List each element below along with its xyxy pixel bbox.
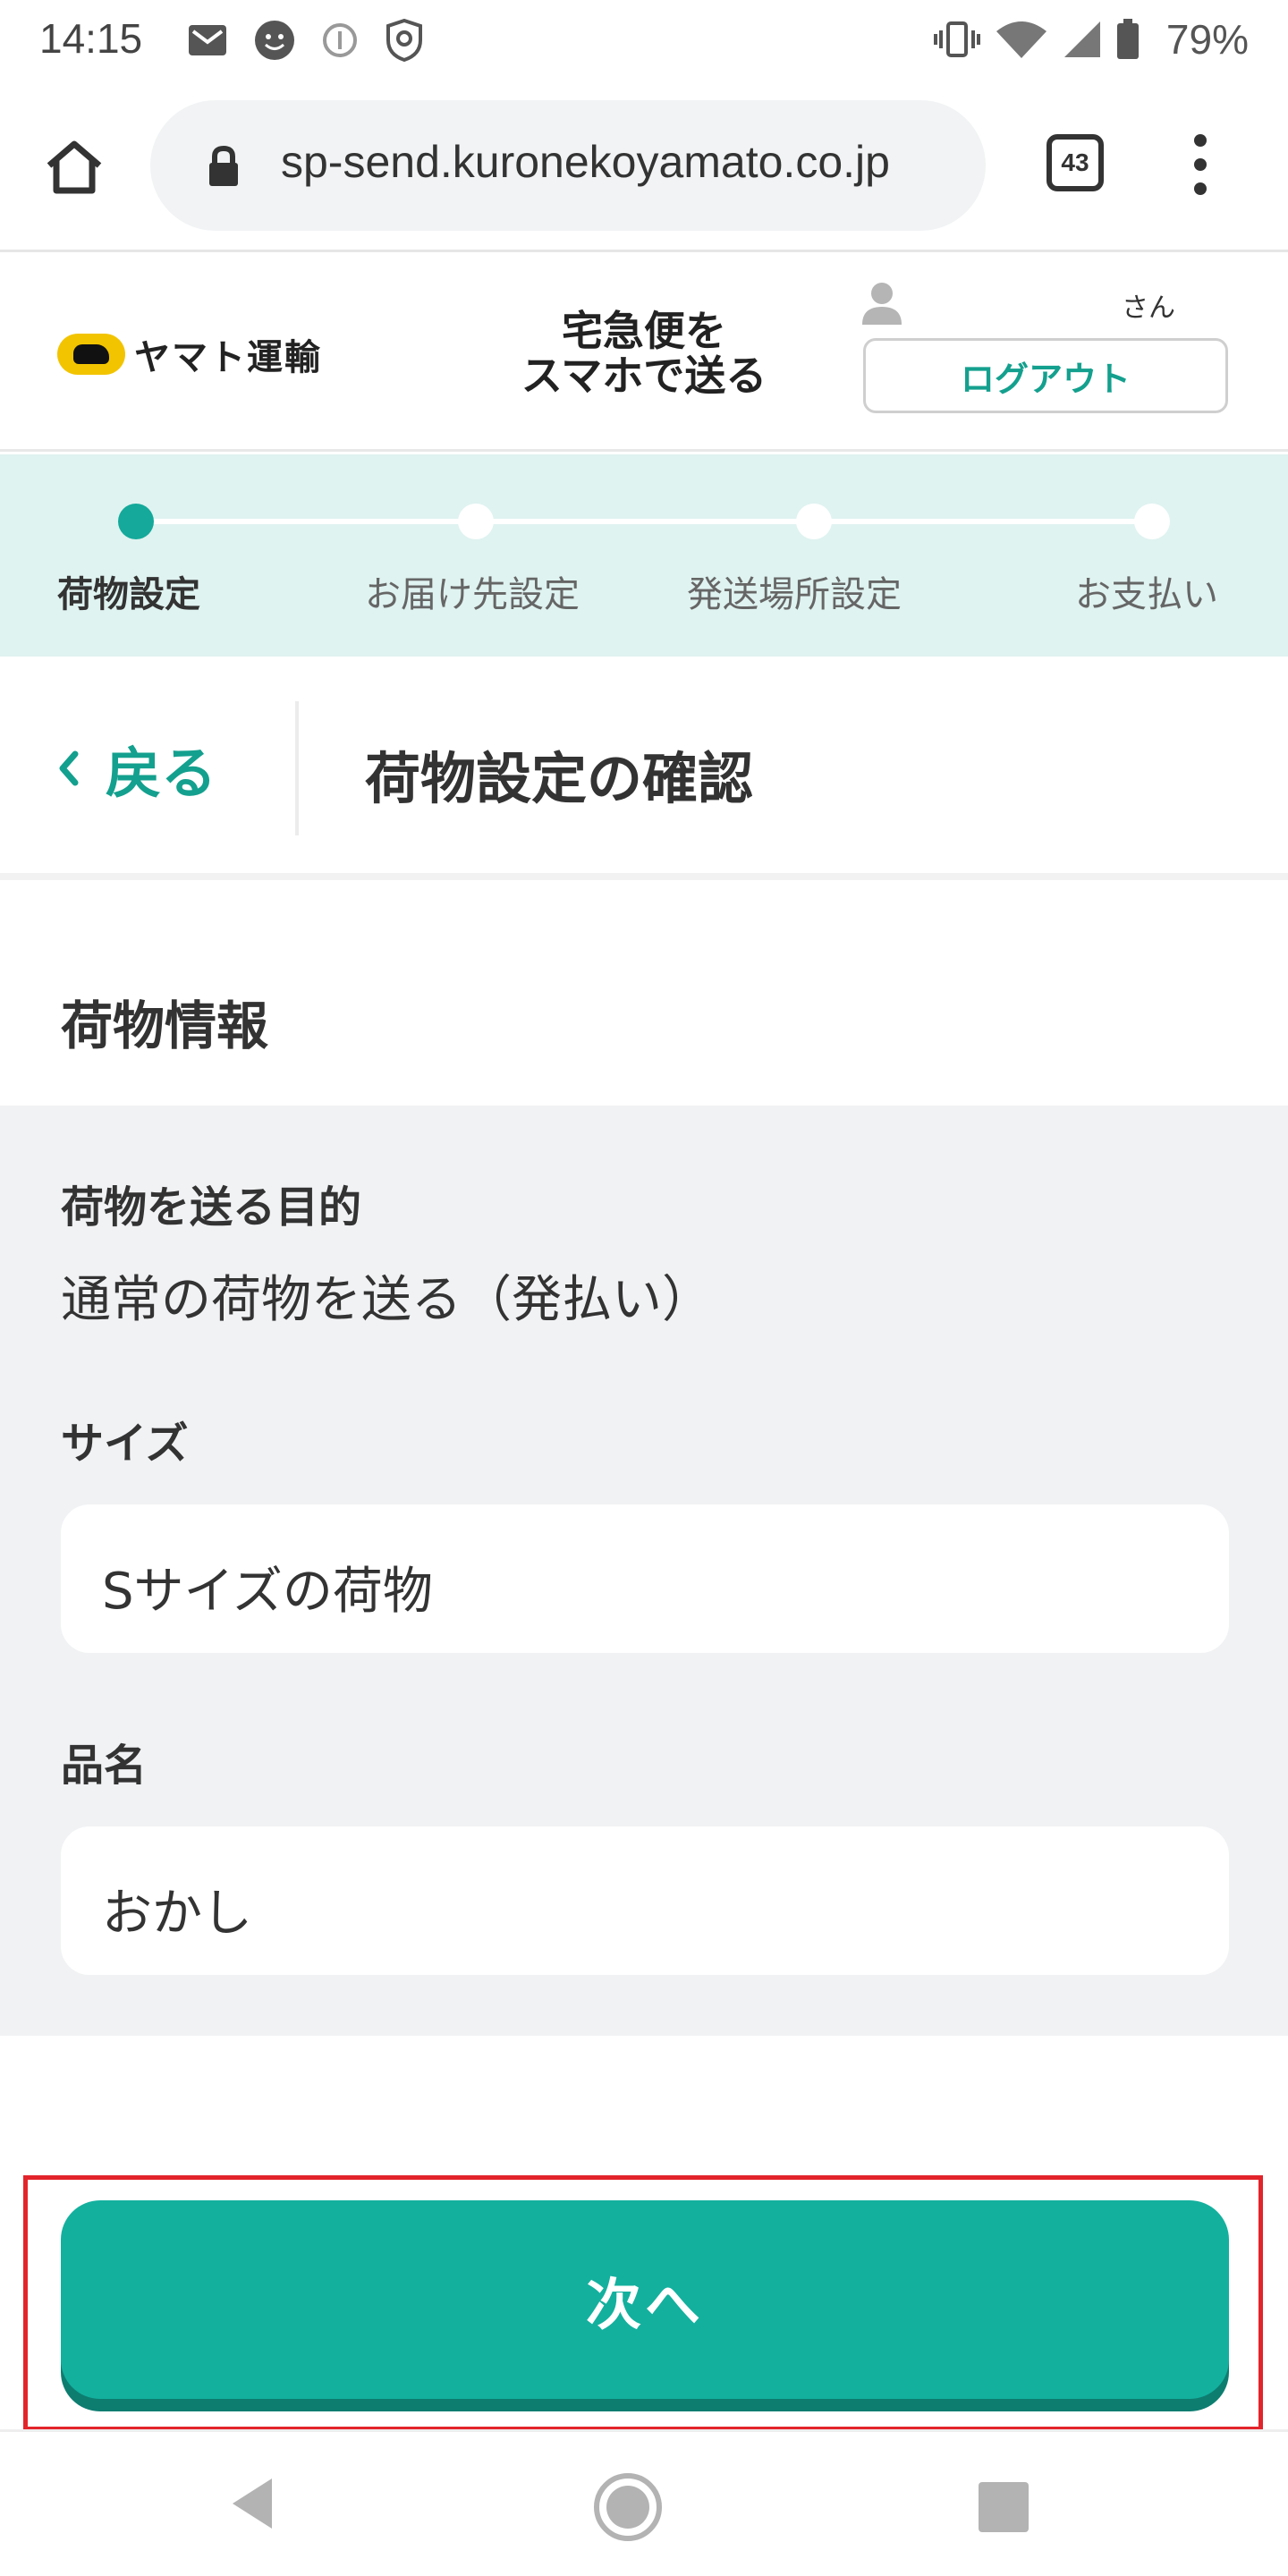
gmail-icon xyxy=(188,24,227,56)
info-icon xyxy=(322,22,358,58)
wifi-icon xyxy=(995,19,1048,60)
step-label-2: お届け先設定 xyxy=(365,574,580,615)
notification-icons xyxy=(188,16,451,64)
battery-percent: 79% xyxy=(1165,16,1249,63)
item-name-label: 品名 xyxy=(61,1741,148,1791)
user-icon xyxy=(860,280,903,330)
item-name-value-box: おかし xyxy=(61,1826,1229,1975)
page-header: 戻る 荷物設定の確認 xyxy=(0,657,1288,880)
step-label-4: お支払い xyxy=(1075,574,1218,615)
step-label-1: 荷物設定 xyxy=(57,574,200,615)
browser-toolbar: sp-send.kuronekoyamato.co.jp 43 xyxy=(0,82,1288,252)
home-icon[interactable] xyxy=(36,129,113,206)
service-title: 宅急便を スマホで送る xyxy=(510,309,778,398)
lock-icon xyxy=(206,145,242,191)
page-title: 荷物設定の確認 xyxy=(365,746,754,811)
url-text: sp-send.kuronekoyamato.co.jp xyxy=(281,137,890,187)
logout-button[interactable]: ログアウト xyxy=(863,338,1228,413)
item-name-value: おかし xyxy=(102,1885,252,1943)
step-label-3: 発送場所設定 xyxy=(687,574,902,615)
stepper-track xyxy=(136,519,1152,524)
user-name-suffix: さん xyxy=(1122,292,1175,324)
site-header: ヤマト運輸 宅急便を スマホで送る さん ログアウト xyxy=(0,255,1288,452)
logo-text: ヤマト運輸 xyxy=(134,337,322,378)
signal-icon xyxy=(1063,20,1102,59)
package-info-panel: 荷物を送る目的 通常の荷物を送る（発払い） サイズ Sサイズの荷物 品名 おかし xyxy=(0,1106,1288,2036)
action-area: 次へ xyxy=(0,2036,1288,2431)
section-title: 荷物情報 xyxy=(61,996,269,1056)
back-button[interactable]: 戻る xyxy=(55,728,216,809)
nav-home-icon[interactable] xyxy=(592,2471,664,2546)
chevron-left-icon xyxy=(55,749,80,788)
size-value: Sサイズの荷物 xyxy=(102,1563,433,1621)
black-cat-icon xyxy=(57,334,125,375)
back-label: 戻る xyxy=(106,741,217,806)
address-bar[interactable]: sp-send.kuronekoyamato.co.jp xyxy=(150,100,986,231)
size-value-box: Sサイズの荷物 xyxy=(61,1504,1229,1653)
service-title-line1: 宅急便を xyxy=(562,307,726,355)
nav-back-icon[interactable] xyxy=(227,2475,277,2536)
status-bar: 14:15 79% xyxy=(0,0,1288,82)
next-button[interactable]: 次へ xyxy=(61,2200,1229,2399)
shield-icon xyxy=(385,19,424,62)
progress-stepper: 荷物設定 お届け先設定 発送場所設定 お支払い xyxy=(0,454,1288,657)
tab-switcher-button[interactable]: 43 xyxy=(1046,134,1104,191)
system-nav-bar xyxy=(0,2429,1288,2576)
vibrate-icon xyxy=(933,20,980,59)
browser-menu-icon[interactable] xyxy=(1182,129,1218,200)
system-icons: 79% xyxy=(933,13,1249,66)
section-header: 荷物情報 xyxy=(0,887,1288,1106)
size-label: サイズ xyxy=(61,1419,189,1469)
purpose-value: 通常の荷物を送る（発払い） xyxy=(61,1271,712,1329)
nav-recents-icon[interactable] xyxy=(979,2482,1029,2532)
purpose-label: 荷物を送る目的 xyxy=(61,1182,362,1233)
step-dot-1 xyxy=(118,504,154,539)
battery-icon xyxy=(1116,19,1140,60)
step-dot-3 xyxy=(796,504,832,539)
yamato-logo[interactable]: ヤマト運輸 xyxy=(57,328,322,380)
face-icon xyxy=(254,20,295,61)
title-divider xyxy=(295,701,299,835)
status-time: 14:15 xyxy=(39,15,143,62)
step-dot-4 xyxy=(1134,504,1170,539)
step-dot-2 xyxy=(458,504,494,539)
service-title-line2: スマホで送る xyxy=(521,352,767,400)
